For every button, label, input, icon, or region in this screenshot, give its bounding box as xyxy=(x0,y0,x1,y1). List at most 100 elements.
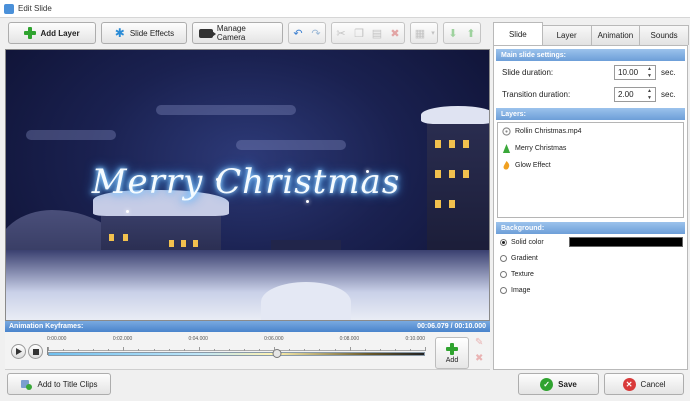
edit-icon[interactable]: ✎ xyxy=(475,338,485,348)
align-tools-group: ▦ ▾ xyxy=(410,22,438,44)
layers-list: Rollin Christmas.mp4 Merry Christmas Glo… xyxy=(497,122,684,218)
bg-option-texture[interactable]: Texture xyxy=(494,266,687,282)
cloud xyxy=(156,105,296,115)
tab-slide[interactable]: Slide xyxy=(493,22,543,45)
transition-duration-value: 2.00 xyxy=(618,89,634,99)
tick-mark xyxy=(228,349,230,351)
radio-button[interactable] xyxy=(500,270,507,278)
background-heading: Background: xyxy=(496,222,685,234)
slide-duration-value: 10.00 xyxy=(618,67,639,77)
add-keyframe-button[interactable]: Add xyxy=(435,337,469,369)
main-settings-heading: Main slide settings: xyxy=(496,49,685,61)
tick-mark xyxy=(349,347,351,351)
preview-caption[interactable]: Merry Christmas xyxy=(86,162,406,202)
sparkle-icon xyxy=(366,170,369,173)
move-down-icon[interactable]: ⬇ xyxy=(444,23,462,43)
bg-option-label: Gradient xyxy=(511,254,538,262)
undo-redo-group: ↶ ↷ xyxy=(288,22,326,44)
tick-mark xyxy=(93,349,95,351)
plus-icon xyxy=(24,27,37,39)
save-button[interactable]: ✓ Save xyxy=(518,373,599,395)
transition-duration-input[interactable]: 2.00 ▲ ▼ xyxy=(614,86,656,102)
timeline: 0:00.000 0:02.000 0:04.000 0:06.000 0:08.000… xyxy=(5,332,490,370)
tick-mark xyxy=(304,349,306,351)
tick-mark xyxy=(364,349,366,351)
add-keyframe-label: Add xyxy=(445,356,459,364)
bg-option-gradient[interactable]: Gradient xyxy=(494,250,687,266)
sparkle-icon xyxy=(216,178,219,181)
tick-label: 0:08.000 xyxy=(339,336,360,342)
close-icon: ✕ xyxy=(622,377,636,391)
tab-layer[interactable]: Layer xyxy=(541,25,592,45)
tick-mark xyxy=(123,347,125,351)
cut-icon[interactable]: ✂ xyxy=(332,23,350,43)
text-layer-icon xyxy=(502,144,511,153)
transition-duration-row: Transition duration: 2.00 ▲ ▼ sec. xyxy=(494,83,687,105)
move-up-icon[interactable]: ⬆ xyxy=(462,23,480,43)
sparkle-icon xyxy=(306,200,309,203)
sparkle-icon: ✱ xyxy=(114,26,125,40)
bg-option-solid[interactable]: Solid color xyxy=(494,234,687,250)
timeline-track[interactable] xyxy=(47,347,426,358)
copy-icon[interactable]: ❐ xyxy=(350,23,368,43)
tick-mark xyxy=(168,349,170,351)
tick-mark xyxy=(63,349,65,351)
bg-option-label: Texture xyxy=(511,270,534,278)
chevron-down-icon[interactable]: ▾ xyxy=(429,23,437,43)
tab-animation[interactable]: Animation xyxy=(590,25,641,45)
play-icon xyxy=(16,348,22,355)
tick-label: 0:06.000 xyxy=(264,336,284,342)
tick-mark xyxy=(244,349,246,351)
tick-mark xyxy=(138,349,140,351)
keyframe-bar[interactable] xyxy=(48,352,425,356)
tick-mark xyxy=(289,349,291,351)
tab-sounds[interactable]: Sounds xyxy=(639,25,689,45)
add-to-title-clips-button[interactable]: Add to Title Clips xyxy=(7,373,111,395)
undo-icon[interactable]: ↶ xyxy=(289,23,307,43)
settings-tabs: Slide Layer Animation Sounds xyxy=(493,22,689,45)
manage-camera-label: Manage Camera xyxy=(216,24,246,42)
stop-button[interactable] xyxy=(28,344,43,359)
list-item[interactable]: Glow Effect xyxy=(498,157,683,174)
sparkle-icon xyxy=(126,210,129,213)
tick-mark xyxy=(334,349,336,351)
snow-ground xyxy=(6,250,489,320)
slide-duration-label: Slide duration: xyxy=(502,67,554,77)
slide-preview[interactable]: Merry Christmas xyxy=(5,49,490,321)
tick-label: 0:04.000 xyxy=(188,336,208,342)
slide-effects-button[interactable]: ✱ Slide Effects xyxy=(101,22,187,44)
tick-mark xyxy=(213,349,215,351)
list-item[interactable]: Merry Christmas xyxy=(498,140,683,157)
radio-button[interactable] xyxy=(500,238,507,246)
play-button[interactable] xyxy=(11,344,26,359)
cloud xyxy=(26,130,116,140)
delete-keyframe-icon[interactable]: ✖ xyxy=(475,354,485,364)
app-icon xyxy=(4,3,14,14)
tick-mark xyxy=(108,349,110,351)
bg-option-image[interactable]: Image xyxy=(494,282,687,298)
slide-duration-input[interactable]: 10.00 ▲ ▼ xyxy=(614,64,656,80)
slide-effects-label: Slide Effects xyxy=(129,28,175,38)
radio-button[interactable] xyxy=(500,254,507,262)
video-layer-icon xyxy=(502,127,511,136)
list-item[interactable]: Rollin Christmas.mp4 xyxy=(498,123,683,140)
spinner-arrows-icon[interactable]: ▲ ▼ xyxy=(647,88,654,101)
layer-name: Merry Christmas xyxy=(515,145,567,152)
keyframes-label: Animation Keyframes: xyxy=(9,323,84,330)
cloud xyxy=(236,140,346,150)
transition-duration-label: Transition duration: xyxy=(502,89,571,99)
delete-icon[interactable]: ✖ xyxy=(386,23,404,43)
add-layer-button[interactable]: Add Layer xyxy=(8,22,96,44)
add-to-title-clips-label: Add to Title Clips xyxy=(37,379,98,389)
paste-icon[interactable]: ▤ xyxy=(368,23,386,43)
redo-icon[interactable]: ↷ xyxy=(307,23,325,43)
radio-button[interactable] xyxy=(500,286,507,294)
cancel-button[interactable]: ✕ Cancel xyxy=(604,373,684,395)
grid-icon[interactable]: ▦ xyxy=(411,23,429,43)
color-swatch[interactable] xyxy=(569,237,683,247)
window-title: Edit Slide xyxy=(18,4,52,13)
spinner-arrows-icon[interactable]: ▲ ▼ xyxy=(647,66,654,79)
edit-tools-group: ✂ ❐ ▤ ✖ xyxy=(331,22,405,44)
manage-camera-button[interactable]: Manage Camera xyxy=(192,22,283,44)
stop-icon xyxy=(32,348,39,355)
